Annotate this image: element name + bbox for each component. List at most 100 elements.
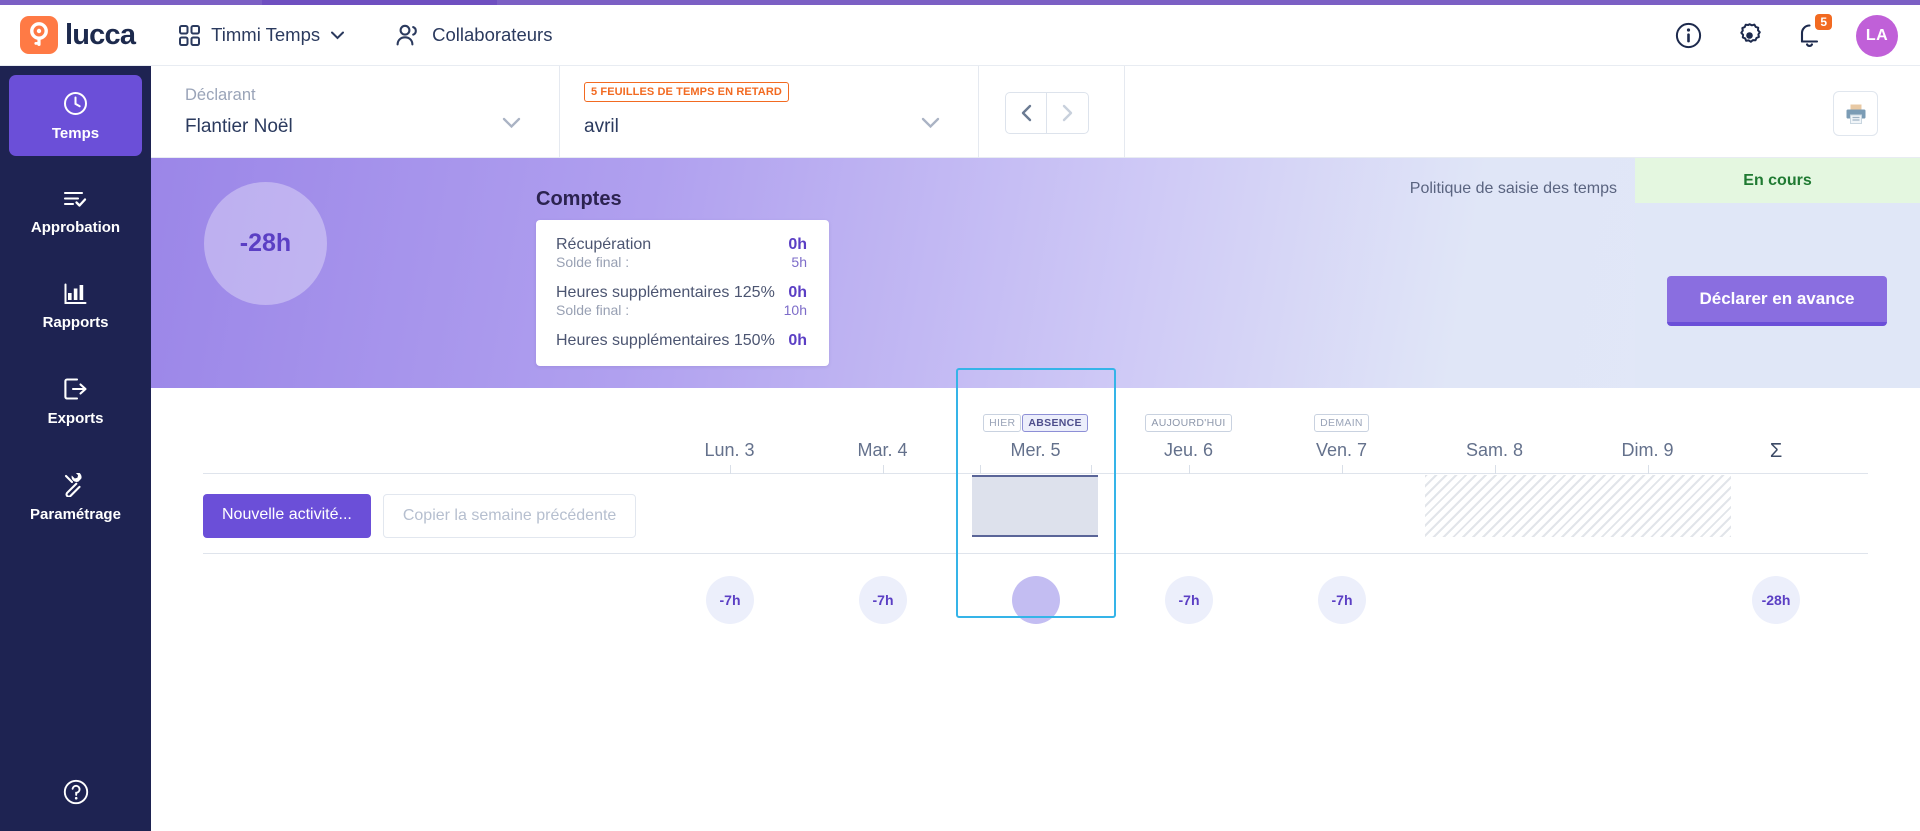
day-column-ven-7[interactable]: DEMAIN Ven. 7 xyxy=(1265,388,1418,474)
sidebar-item-parametrage-label: Paramétrage xyxy=(30,506,121,523)
day-column-mer-5[interactable]: HIER ABSENCE Mer. 5 xyxy=(959,388,1112,474)
sidebar-item-parametrage[interactable]: Paramétrage xyxy=(9,457,142,537)
header-icon-group: 5 LA xyxy=(1675,5,1898,66)
day-label: Mar. 4 xyxy=(857,440,908,460)
timesheet-calendar: Lun. 3 Mar. 4 HIER ABSENCE Mer. 5 AUJOUR… xyxy=(151,368,1920,831)
print-button[interactable] xyxy=(1833,91,1878,136)
balance-donut: -28h xyxy=(204,182,327,305)
badge-absence: ABSENCE xyxy=(1022,414,1088,432)
weekend-hatch-area xyxy=(1425,475,1731,537)
chevron-down-icon xyxy=(331,31,345,39)
filter-bar: Déclarant Flantier Noël 5 FEUILLES DE TE… xyxy=(151,66,1920,158)
day-tick xyxy=(1090,465,1092,474)
declarant-label: Déclarant xyxy=(185,86,256,104)
day-column-dim-9[interactable]: Dim. 9 xyxy=(1571,388,1724,474)
account-row: Récupération 0h xyxy=(556,236,807,254)
month-value: avril xyxy=(584,116,619,137)
sidebar-item-exports[interactable]: Exports xyxy=(9,361,142,441)
avatar[interactable]: LA xyxy=(1856,14,1898,57)
account-sub-value: 10h xyxy=(783,302,807,318)
activity-row: Nouvelle activité... Copier la semaine p… xyxy=(203,474,1868,554)
nav-collaborateurs[interactable]: Collaborateurs xyxy=(396,24,552,46)
day-label: Ven. 7 xyxy=(1315,440,1368,460)
account-value: 0h xyxy=(788,236,807,253)
badge-demain: DEMAIN xyxy=(1314,414,1369,432)
day-label: Dim. 9 xyxy=(1621,440,1674,460)
sigma-column-header: Σ xyxy=(1769,440,1783,462)
chevron-down-icon xyxy=(921,116,940,134)
lucca-logo-text: lucca xyxy=(65,18,136,51)
account-row: Heures supplémentaires 150% 0h xyxy=(556,332,807,350)
day-badges: DEMAIN xyxy=(1265,414,1418,432)
next-period-button[interactable] xyxy=(1047,92,1089,134)
app-header: lucca Timmi Temps Collaborateurs 5 LA xyxy=(0,5,1920,66)
month-select[interactable]: 5 FEUILLES DE TEMPS EN RETARD avril xyxy=(560,66,979,158)
left-sidebar: Temps Approbation Rapports Exports Param… xyxy=(0,66,151,831)
notification-badge: 5 xyxy=(1815,14,1832,30)
day-column-lun-3[interactable]: Lun. 3 xyxy=(653,388,806,474)
nav-collaborateurs-label: Collaborateurs xyxy=(432,24,553,45)
day-total-jeu-6: -7h xyxy=(1165,576,1213,624)
day-column-jeu-6[interactable]: AUJOURD'HUI Jeu. 6 xyxy=(1112,388,1265,474)
lucca-glyph-icon xyxy=(30,22,48,46)
nav-timmi-temps[interactable]: Timmi Temps xyxy=(179,24,345,46)
wrench-icon xyxy=(64,473,82,497)
sidebar-item-rapports[interactable]: Rapports xyxy=(9,266,142,345)
help-circle-icon[interactable] xyxy=(0,779,151,805)
activity-actions: Nouvelle activité... Copier la semaine p… xyxy=(203,494,637,538)
day-tick xyxy=(1341,465,1343,474)
account-subrow: Solde final : 5h xyxy=(556,254,807,270)
day-column-mar-4[interactable]: Mar. 4 xyxy=(806,388,959,474)
day-tick xyxy=(980,465,982,474)
calendar-grid: Lun. 3 Mar. 4 HIER ABSENCE Mer. 5 AUJOUR… xyxy=(203,368,1868,664)
bar-chart-icon xyxy=(64,283,87,304)
week-total-sigma: -28h xyxy=(1752,576,1800,624)
account-row: Heures supplémentaires 125% 0h xyxy=(556,284,807,302)
clock-icon xyxy=(64,92,87,115)
account-label: Récupération xyxy=(556,236,652,253)
lucca-logo-mark xyxy=(20,16,58,54)
nav-timmi-temps-label: Timmi Temps xyxy=(211,24,321,45)
gear-icon[interactable] xyxy=(1736,22,1763,49)
account-sub-label: Solde final : xyxy=(556,302,630,318)
list-check-icon xyxy=(63,191,87,207)
sidebar-item-temps-label: Temps xyxy=(51,125,100,142)
account-sub-label: Solde final : xyxy=(556,254,630,270)
day-tick xyxy=(1188,465,1190,474)
absence-block-mer-5[interactable] xyxy=(972,475,1098,537)
bell-icon[interactable]: 5 xyxy=(1797,14,1832,49)
day-label: Sam. 8 xyxy=(1465,440,1524,460)
declare-in-advance-button[interactable]: Déclarer en avance xyxy=(1667,276,1887,326)
late-timesheets-badge: 5 FEUILLES DE TEMPS EN RETARD xyxy=(584,82,789,102)
account-value: 0h xyxy=(788,284,807,301)
sidebar-item-rapports-label: Rapports xyxy=(42,314,109,331)
calendar-header-row: Lun. 3 Mar. 4 HIER ABSENCE Mer. 5 AUJOUR… xyxy=(203,388,1868,474)
day-total-mar-4: -7h xyxy=(859,576,907,624)
policy-link[interactable]: Politique de saisie des temps xyxy=(1410,180,1617,198)
sidebar-item-temps[interactable]: Temps xyxy=(9,75,142,156)
day-label: Jeu. 6 xyxy=(1163,440,1214,460)
chevron-right-icon xyxy=(1062,104,1073,122)
export-icon xyxy=(64,378,87,400)
copy-previous-week-button[interactable]: Copier la semaine précédente xyxy=(382,494,637,538)
previous-period-button[interactable] xyxy=(1005,92,1047,134)
lucca-logo[interactable]: lucca xyxy=(20,16,136,54)
day-label: Mer. 5 xyxy=(1010,440,1061,460)
day-total-lun-3: -7h xyxy=(706,576,754,624)
day-tick xyxy=(729,465,731,474)
new-activity-button[interactable]: Nouvelle activité... xyxy=(203,494,371,538)
badge-hier: HIER xyxy=(983,414,1022,432)
declarant-select[interactable]: Déclarant Flantier Noël xyxy=(151,66,560,158)
account-subrow: Solde final : 10h xyxy=(556,302,807,318)
sidebar-item-approbation-label: Approbation xyxy=(30,219,121,236)
day-badges: AUJOURD'HUI xyxy=(1112,414,1265,432)
sidebar-item-approbation[interactable]: Approbation xyxy=(9,172,142,250)
badge-aujourdhui: AUJOURD'HUI xyxy=(1145,414,1232,432)
grid-icon xyxy=(179,24,201,46)
people-icon xyxy=(396,24,417,46)
period-nav-group xyxy=(979,66,1125,158)
info-icon[interactable] xyxy=(1675,22,1702,49)
app-root: lucca Timmi Temps Collaborateurs 5 LA Te… xyxy=(0,0,1920,831)
comptes-card: Récupération 0h Solde final : 5h Heures … xyxy=(536,220,829,366)
day-column-sam-8[interactable]: Sam. 8 xyxy=(1418,388,1571,474)
